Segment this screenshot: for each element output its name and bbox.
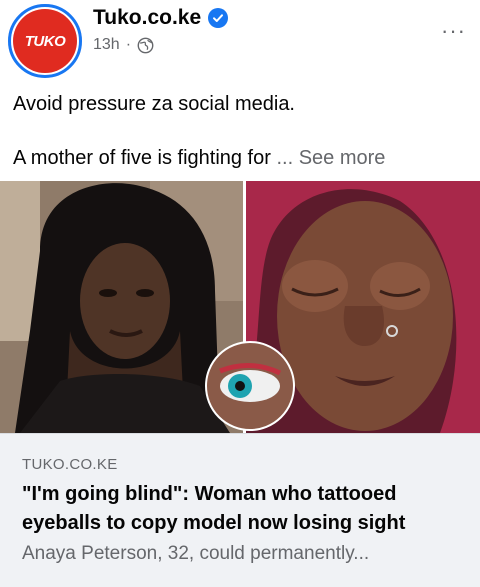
post-caption: Avoid pressure za social media. A mother…	[13, 90, 473, 172]
page-name[interactable]: Tuko.co.ke	[93, 6, 201, 30]
globe-icon	[137, 37, 154, 53]
see-more-link[interactable]: See more	[299, 147, 386, 169]
story-ring	[8, 4, 82, 78]
meta-separator: ·	[125, 36, 132, 53]
link-preview-card[interactable]: TUKO.CO.KE "I'm going blind": Woman who …	[0, 433, 480, 587]
verified-badge-icon	[208, 8, 229, 28]
caption-text: A mother of five is fighting for	[13, 147, 277, 169]
post-header: TUKO Tuko.co.ke 13h · ···	[0, 0, 480, 80]
link-summary: Anaya Peterson, 32, could permanently...	[22, 543, 370, 564]
photo-collage	[0, 181, 480, 433]
link-headline[interactable]: "I'm going blind": Woman who tattooed ey…	[22, 480, 472, 538]
post-photo[interactable]	[0, 181, 480, 433]
post-meta: 13h ·	[93, 36, 154, 54]
caption-line-1: Avoid pressure za social media.	[13, 93, 295, 115]
link-domain: TUKO.CO.KE	[22, 456, 118, 473]
page-name-row: Tuko.co.ke	[93, 6, 229, 30]
post-timestamp[interactable]: 13h	[93, 36, 120, 54]
caption-ellipsis: ...	[276, 147, 294, 169]
more-options-icon[interactable]: ···	[441, 20, 466, 42]
page-avatar[interactable]: TUKO	[8, 4, 82, 78]
caption-line-2: A mother of five is fighting for ... See…	[13, 144, 473, 172]
